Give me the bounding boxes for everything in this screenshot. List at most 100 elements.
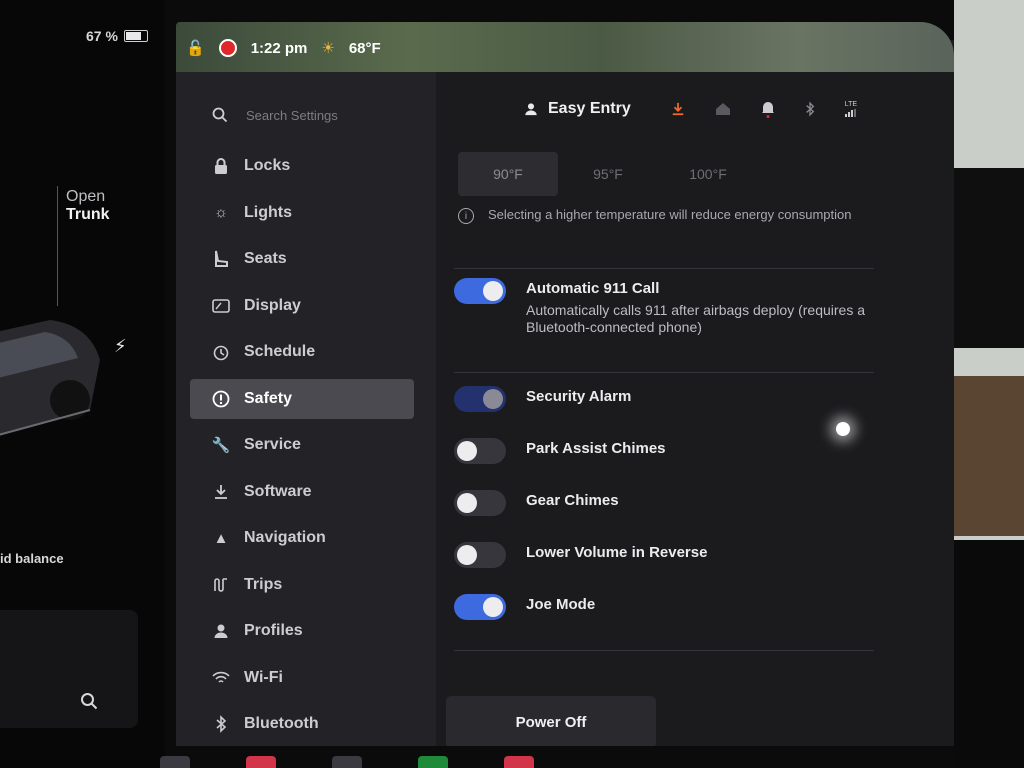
- profile-icon: [525, 103, 537, 116]
- joe-mode-toggle[interactable]: [454, 594, 506, 620]
- sidebar-item-label: Locks: [244, 157, 291, 174]
- sidebar-item-locks[interactable]: Locks: [190, 146, 414, 186]
- dock-app-icon[interactable]: [246, 756, 276, 768]
- open-trunk-open-label: Open: [66, 188, 106, 205]
- temperature-note-text: Selecting a higher temperature will redu…: [488, 207, 852, 222]
- dock-app-icon[interactable]: [504, 756, 534, 768]
- sidebar-item-display[interactable]: Display: [190, 286, 414, 326]
- toggle-knob: [457, 493, 477, 513]
- temperature-note: i Selecting a higher temperature will re…: [458, 206, 878, 224]
- background-environment: [954, 0, 1024, 768]
- toggle-knob: [483, 597, 503, 617]
- battery-indicator: 67 %: [86, 28, 148, 44]
- car-bottom-card: [0, 610, 138, 728]
- navigation-icon: ▲: [213, 529, 229, 547]
- sidebar-item-trips[interactable]: Trips: [190, 565, 414, 605]
- open-trunk-button[interactable]: Open Trunk: [66, 188, 110, 224]
- app-dock: [160, 756, 540, 768]
- home-icon[interactable]: [715, 102, 731, 116]
- sidebar-item-service[interactable]: 🔧 Service: [190, 425, 414, 465]
- lower-volume-toggle[interactable]: [454, 542, 506, 568]
- toggle-knob: [483, 281, 503, 301]
- sidebar-item-seats[interactable]: Seats: [190, 239, 414, 279]
- car-status-panel: 67 % Open Trunk ⚡ id balance: [0, 0, 165, 768]
- status-time: 1:22 pm: [250, 39, 308, 57]
- search-icon[interactable]: [80, 692, 98, 710]
- profile-name: Easy Entry: [548, 100, 631, 117]
- toggle-knob: [457, 441, 477, 461]
- profile-icon: [212, 622, 230, 640]
- dock-app-icon[interactable]: [332, 756, 362, 768]
- lower-volume-label: Lower Volume in Reverse: [526, 544, 708, 561]
- sidebar-item-schedule[interactable]: Schedule: [190, 332, 414, 372]
- park-assist-toggle[interactable]: [454, 438, 506, 464]
- auto-911-row: Automatic 911 Call Automatically calls 9…: [454, 278, 894, 336]
- top-bar-icons: LTE: [671, 100, 857, 118]
- balance-text: id balance: [0, 551, 64, 566]
- power-off-button[interactable]: Power Off: [446, 696, 656, 746]
- background-dark-panel: [954, 168, 1024, 348]
- download-icon: [212, 483, 230, 501]
- settings-main: Easy Entry LTE 90°F 95°F 100°F i Selecti…: [436, 72, 954, 746]
- park-assist-row: Park Assist Chimes: [454, 438, 894, 464]
- divider: [454, 372, 874, 373]
- status-temperature: 68°F: [348, 39, 381, 57]
- schedule-icon: [212, 343, 230, 361]
- trunk-pointer-line: [57, 186, 58, 306]
- gear-chimes-label: Gear Chimes: [526, 492, 619, 509]
- bluetooth-icon: [212, 715, 230, 733]
- auto-911-description: Automatically calls 911 after airbags de…: [526, 302, 866, 335]
- sidebar-item-label: Display: [244, 296, 301, 314]
- sidebar-item-label: Service: [244, 436, 301, 453]
- car-render-icon[interactable]: [0, 300, 110, 470]
- charge-port-icon[interactable]: ⚡: [114, 336, 127, 357]
- sidebar-item-label: Profiles: [244, 622, 303, 639]
- recording-icon[interactable]: [218, 39, 237, 57]
- seat-icon: [212, 250, 230, 268]
- auto-911-text: Automatic 911 Call Automatically calls 9…: [526, 278, 894, 336]
- sidebar-item-wifi[interactable]: Wi-Fi: [190, 658, 414, 698]
- joe-mode-label: Joe Mode: [526, 596, 596, 613]
- search-input[interactable]: Search Settings: [246, 108, 338, 123]
- temp-option-100[interactable]: 100°F: [658, 152, 758, 196]
- profile-button[interactable]: Easy Entry: [524, 100, 631, 118]
- unlock-icon[interactable]: 🔓: [186, 39, 205, 57]
- sidebar-item-label: Lights: [244, 203, 292, 221]
- auto-911-toggle[interactable]: [454, 278, 506, 304]
- status-bar: 🔓 1:22 pm ☀ 68°F: [186, 34, 381, 62]
- info-icon: i: [458, 208, 474, 224]
- temp-option-90[interactable]: 90°F: [458, 152, 558, 196]
- gear-chimes-row: Gear Chimes: [454, 490, 894, 516]
- sidebar-item-profiles[interactable]: Profiles: [190, 611, 414, 651]
- display-icon: [212, 297, 230, 315]
- gear-chimes-toggle[interactable]: [454, 490, 506, 516]
- sidebar-item-safety[interactable]: Safety: [190, 378, 414, 419]
- divider: [454, 650, 874, 651]
- background-wood-trim: [954, 376, 1024, 536]
- sidebar-item-software[interactable]: Software: [190, 472, 414, 512]
- wifi-icon: [212, 669, 230, 687]
- sidebar-item-lights[interactable]: ☼ Lights: [190, 193, 414, 233]
- trips-icon: [212, 576, 230, 594]
- touchscreen: 🔓 1:22 pm ☀ 68°F Search Settings Locks ☼…: [176, 22, 954, 746]
- settings-sidebar: Search Settings Locks ☼ Lights Seats Dis…: [176, 72, 436, 746]
- wrench-icon: 🔧: [211, 437, 231, 454]
- dock-app-icon[interactable]: [418, 756, 448, 768]
- bell-icon[interactable]: [761, 100, 775, 118]
- temp-option-95[interactable]: 95°F: [558, 152, 658, 196]
- sidebar-item-bluetooth[interactable]: Bluetooth: [190, 704, 414, 744]
- search-settings[interactable]: Search Settings: [212, 107, 338, 123]
- bluetooth-icon[interactable]: [805, 101, 815, 117]
- download-icon[interactable]: [671, 101, 685, 117]
- joe-mode-row: Joe Mode: [454, 594, 894, 620]
- sidebar-item-label: Safety: [244, 389, 293, 407]
- sidebar-item-label: Wi-Fi: [244, 668, 283, 686]
- lower-volume-row: Lower Volume in Reverse: [454, 542, 894, 568]
- security-alarm-toggle[interactable]: [454, 386, 506, 412]
- battery-percent: 67 %: [86, 28, 118, 44]
- dock-app-icon[interactable]: [160, 756, 190, 768]
- divider: [454, 268, 874, 269]
- background-lower-panel: [954, 540, 1024, 768]
- sidebar-item-navigation[interactable]: ▲ Navigation: [190, 518, 414, 558]
- battery-icon: [123, 30, 148, 42]
